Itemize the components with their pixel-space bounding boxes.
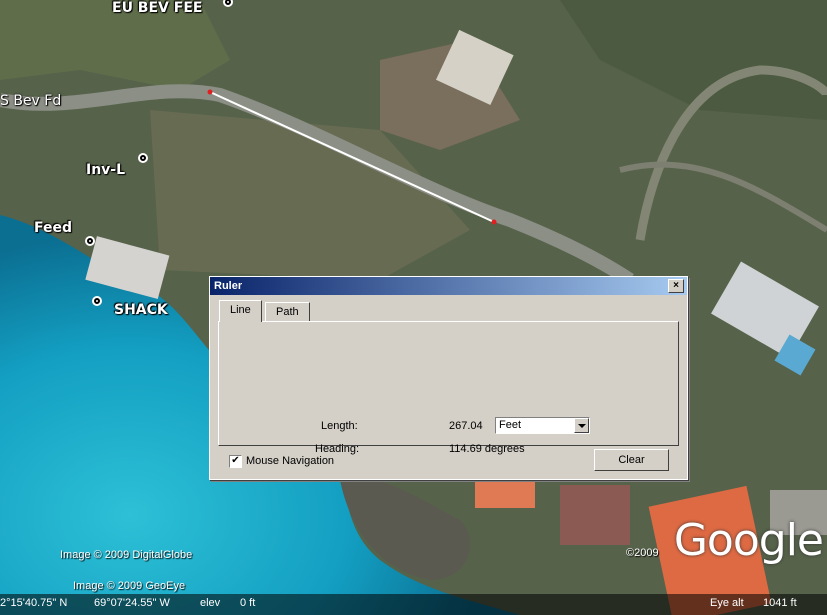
place-label-eu-bev-fee[interactable]: EU BEV FEE (112, 0, 202, 16)
line-tab-panel: Length: 267.04 Feet Heading: 114.69 degr… (218, 321, 679, 455)
tab-path[interactable]: Path (265, 302, 310, 321)
unit-select-value: Feet (499, 419, 522, 431)
length-value: 267.04 (449, 420, 483, 432)
placemark-icon[interactable] (85, 236, 95, 246)
measure-start-point (207, 89, 213, 95)
length-label: Length: (321, 420, 358, 432)
eye-alt-label: Eye alt (710, 597, 744, 609)
status-bar: 2°15'40.75" N 69°07'24.55" W elev 0 ft E… (0, 594, 827, 615)
ruler-dialog: Ruler × Line Path Length: 267.04 Feet He… (209, 276, 688, 480)
copyright-year: ©2009 (626, 547, 659, 559)
clear-button[interactable]: Clear (594, 449, 669, 471)
place-label-inv-l[interactable]: Inv-L (86, 162, 125, 178)
latitude-readout: 2°15'40.75" N (0, 597, 68, 609)
road-label: S Bev Fd (0, 93, 62, 109)
heading-value: 114.69 degrees (449, 443, 525, 455)
eye-alt-value: 1041 ft (763, 597, 797, 609)
imagery-credit-digitalglobe: Image © 2009 DigitalGlobe (60, 549, 193, 561)
heading-label: Heading: (315, 443, 360, 455)
placemark-icon[interactable] (138, 153, 148, 163)
close-icon[interactable]: × (668, 279, 684, 293)
tab-line[interactable]: Line (219, 300, 262, 322)
ruler-title: Ruler (214, 280, 243, 292)
elevation-label: elev (200, 597, 221, 609)
checkbox-icon[interactable]: ✔ (229, 455, 242, 468)
place-label-shack[interactable]: SHACK (114, 302, 168, 318)
mouse-navigation-label[interactable]: Mouse Navigation (246, 455, 334, 467)
elevation-value: 0 ft (240, 597, 256, 609)
unit-select[interactable]: Feet (495, 417, 590, 434)
ruler-title-bar[interactable]: Ruler × (210, 277, 687, 295)
place-label-feed[interactable]: Feed (34, 220, 72, 236)
longitude-readout: 69°07'24.55" W (94, 597, 170, 609)
placemark-icon[interactable] (92, 296, 102, 306)
dropdown-arrow-icon[interactable] (574, 418, 589, 433)
google-logo: Google (673, 515, 824, 566)
measure-end-point (491, 219, 497, 225)
imagery-credit-geoeye: Image © 2009 GeoEye (73, 580, 186, 592)
